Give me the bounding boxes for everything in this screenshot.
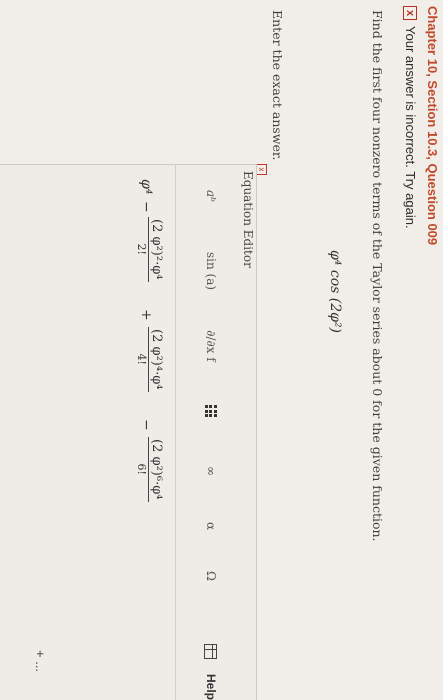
table-button[interactable]: [196, 636, 226, 666]
given-function: φ⁴ cos (2φ²): [327, 250, 343, 334]
feedback-banner: x Your answer is incorrect. Try again.: [403, 6, 418, 229]
answer-input[interactable]: φ⁴ − (2 φ²)²·φ⁴ 2! + (2 φ²)⁴·φ⁴ 4! − (2 …: [104, 179, 164, 699]
chapter-header: Chapter 10, Section 10.3, Question 009: [425, 6, 440, 246]
equation-editor-title: Equation Editor: [241, 171, 255, 268]
derivative-button[interactable]: ∂/∂x f: [196, 321, 226, 371]
question-prompt: Find the first four nonzero terms of the…: [370, 10, 385, 542]
answer-fraction-1: (2 φ²)²·φ⁴ 2!: [135, 217, 164, 282]
feedback-message: Your answer is incorrect. Try again.: [403, 26, 418, 229]
toolbar-divider: [175, 165, 176, 700]
grid-icon: [205, 405, 217, 417]
sin-button[interactable]: sin (a): [196, 241, 226, 301]
x-icon: x: [403, 6, 418, 20]
answer-minus-2: −: [138, 419, 154, 431]
answer-instruction: Enter the exact answer.: [270, 10, 285, 161]
help-button[interactable]: Help: [196, 669, 226, 700]
series-continuation: + ...: [33, 650, 48, 673]
answer-minus-1: −: [138, 201, 154, 213]
alpha-button[interactable]: α: [196, 511, 226, 541]
infinity-button[interactable]: ∞: [196, 456, 226, 486]
answer-term-1: φ⁴: [138, 179, 154, 195]
equation-editor: Equation Editor aᵇ sin (a) ∂/∂x f ∞ α Ω …: [0, 164, 257, 700]
question-page: Chapter 10, Section 10.3, Question 009 x…: [0, 0, 443, 700]
table-icon: [204, 643, 218, 659]
answer-fraction-3: (2 φ²)⁶·φ⁴ 6!: [135, 437, 164, 502]
answer-fraction-2: (2 φ²)⁴·φ⁴ 4!: [135, 327, 164, 392]
close-icon[interactable]: x: [256, 164, 267, 175]
matrix-button[interactable]: [196, 396, 226, 426]
omega-button[interactable]: Ω: [196, 561, 226, 591]
screen: Chapter 10, Section 10.3, Question 009 x…: [0, 0, 443, 700]
editor-toolbar: aᵇ sin (a) ∂/∂x f ∞ α Ω Help: [194, 181, 226, 700]
power-button[interactable]: aᵇ: [196, 181, 226, 211]
answer-plus-1: +: [138, 309, 154, 321]
